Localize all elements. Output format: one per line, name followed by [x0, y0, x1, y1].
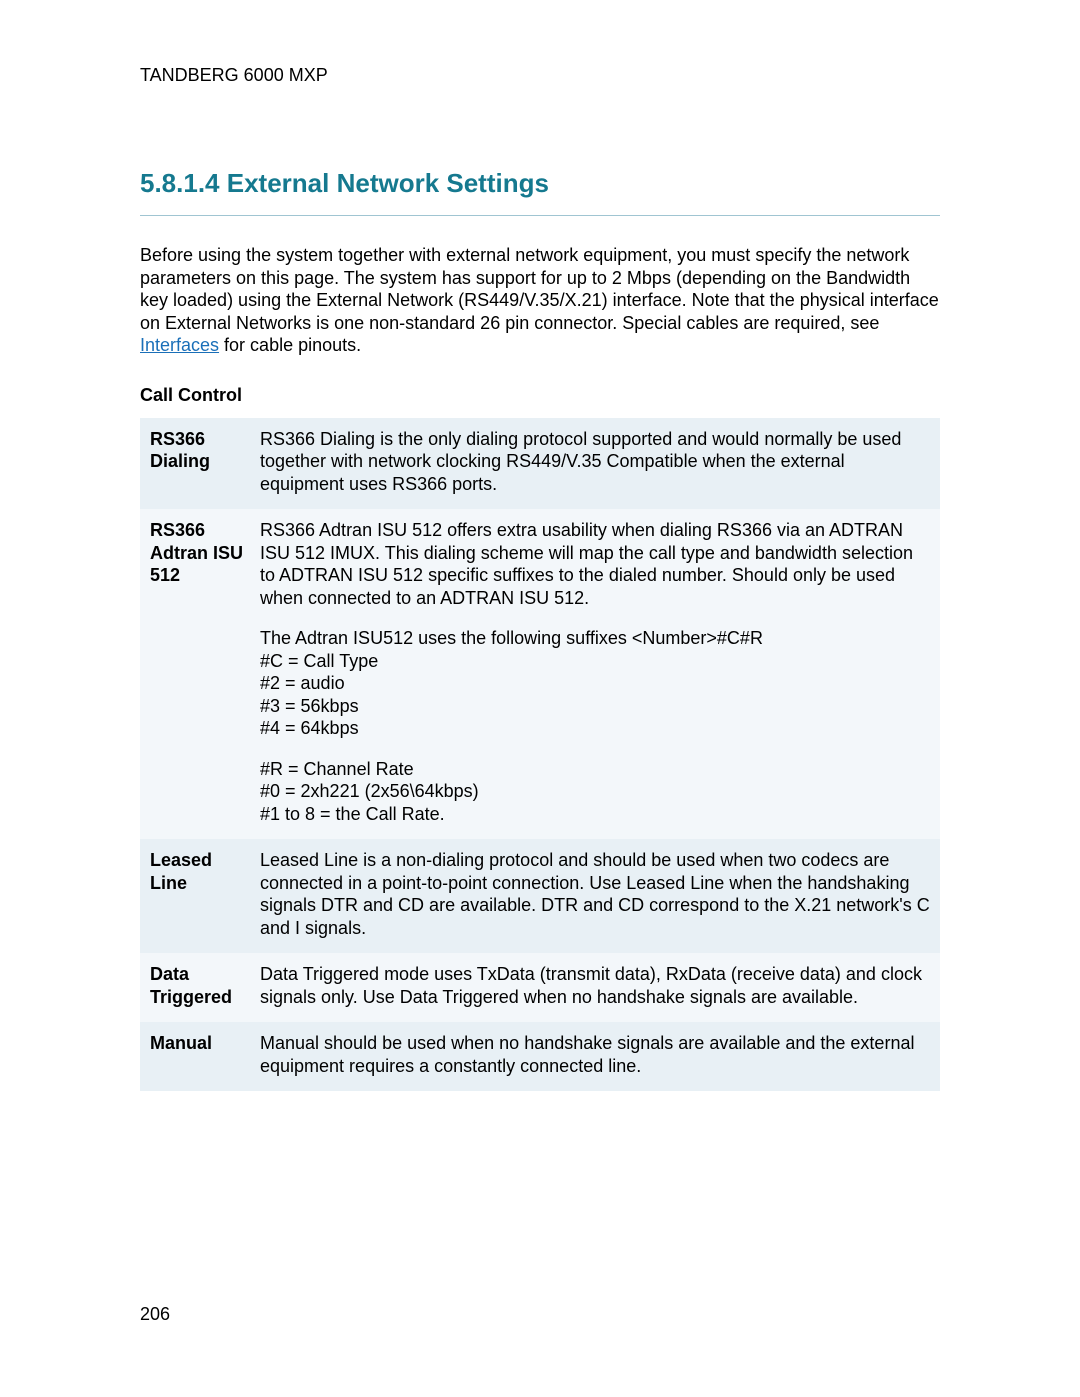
description-paragraph: #R = Channel Rate#0 = 2xh221 (2x56\64kbp… [260, 758, 930, 826]
section-number: 5.8.1.4 [140, 168, 220, 198]
subsection-title: Call Control [140, 385, 940, 406]
intro-paragraph: Before using the system together with ex… [140, 244, 940, 357]
description-paragraph: RS366 Dialing is the only dialing protoc… [260, 428, 930, 496]
section-heading-text: External Network Settings [227, 168, 549, 198]
description-paragraph: Leased Line is a non-dialing protocol an… [260, 849, 930, 939]
page-content: TANDBERG 6000 MXP 5.8.1.4 External Netwo… [0, 0, 1080, 1091]
description-paragraph: Data Triggered mode uses TxData (transmi… [260, 963, 930, 1008]
section-divider [140, 215, 940, 216]
term-cell: RS366 Adtran ISU 512 [140, 509, 250, 839]
description-cell: Manual should be used when no handshake … [250, 1022, 940, 1091]
description-paragraph: Manual should be used when no handshake … [260, 1032, 930, 1077]
description-paragraph: The Adtran ISU512 uses the following suf… [260, 627, 930, 740]
intro-text-before-link: Before using the system together with ex… [140, 245, 939, 333]
description-paragraph: RS366 Adtran ISU 512 offers extra usabil… [260, 519, 930, 609]
term-cell: Data Triggered [140, 953, 250, 1022]
intro-text-after-link: for cable pinouts. [219, 335, 361, 355]
term-cell: RS366 Dialing [140, 418, 250, 510]
table-row: Leased LineLeased Line is a non-dialing … [140, 839, 940, 953]
description-cell: RS366 Dialing is the only dialing protoc… [250, 418, 940, 510]
table-row: RS366 DialingRS366 Dialing is the only d… [140, 418, 940, 510]
document-header: TANDBERG 6000 MXP [140, 65, 940, 86]
term-cell: Leased Line [140, 839, 250, 953]
section-title: 5.8.1.4 External Network Settings [140, 168, 940, 199]
page-number: 206 [140, 1304, 170, 1325]
table-row: ManualManual should be used when no hand… [140, 1022, 940, 1091]
description-cell: Data Triggered mode uses TxData (transmi… [250, 953, 940, 1022]
table-row: RS366 Adtran ISU 512RS366 Adtran ISU 512… [140, 509, 940, 839]
call-control-table: RS366 DialingRS366 Dialing is the only d… [140, 418, 940, 1092]
term-cell: Manual [140, 1022, 250, 1091]
description-cell: Leased Line is a non-dialing protocol an… [250, 839, 940, 953]
table-row: Data TriggeredData Triggered mode uses T… [140, 953, 940, 1022]
call-control-tbody: RS366 DialingRS366 Dialing is the only d… [140, 418, 940, 1092]
description-cell: RS366 Adtran ISU 512 offers extra usabil… [250, 509, 940, 839]
interfaces-link[interactable]: Interfaces [140, 335, 219, 355]
